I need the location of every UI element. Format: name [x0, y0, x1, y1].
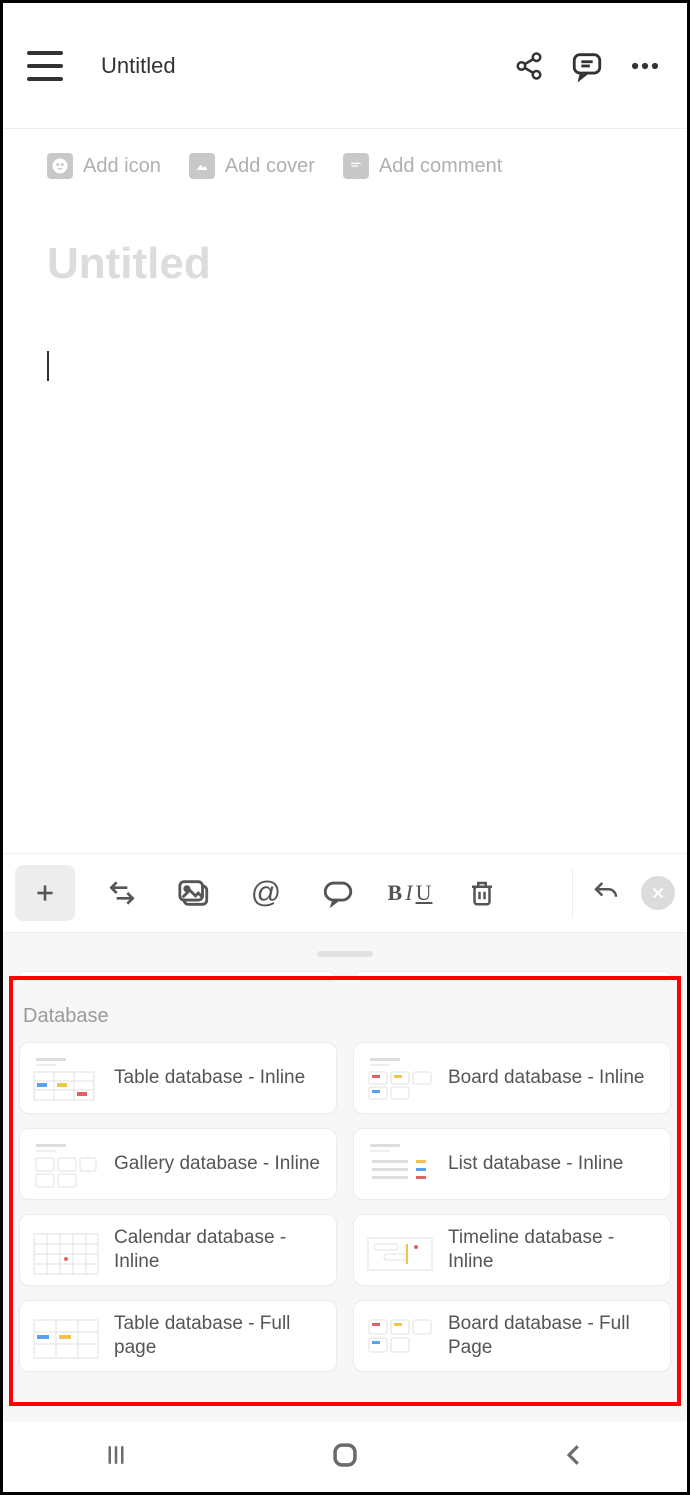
timeline-database-inline[interactable]: Timeline database - Inline — [353, 1214, 671, 1286]
mention-icon[interactable]: @ — [249, 876, 283, 910]
image-icon — [189, 153, 215, 179]
add-cover-label: Add cover — [225, 155, 315, 178]
board-icon — [366, 1310, 434, 1362]
calendar-database-inline[interactable]: Calendar database - Inline — [19, 1214, 337, 1286]
table-database-full-page[interactable]: Table database - Full page — [19, 1300, 337, 1372]
card-label: Table database - Full page — [114, 1312, 324, 1360]
menu-icon[interactable] — [27, 51, 63, 81]
table-icon — [32, 1052, 100, 1104]
share-icon[interactable] — [511, 48, 547, 84]
system-navbar — [3, 1422, 687, 1492]
comment-insert-icon[interactable] — [321, 876, 355, 910]
calendar-icon — [32, 1224, 100, 1276]
editor-toolbar: @ BIU — [3, 853, 687, 933]
sheet-handle[interactable] — [317, 951, 373, 957]
add-icon-label: Add icon — [83, 155, 161, 178]
delete-icon[interactable] — [465, 876, 499, 910]
card-label: Gallery database - Inline — [114, 1152, 320, 1176]
table-database-inline[interactable]: Table database - Inline — [19, 1042, 337, 1114]
comment-icon[interactable] — [569, 48, 605, 84]
editor-body[interactable] — [3, 289, 687, 381]
card-label: Calendar database - Inline — [114, 1226, 324, 1274]
card-label: Timeline database - Inline — [448, 1226, 658, 1274]
recents-icon[interactable] — [101, 1440, 131, 1475]
convert-block-icon[interactable] — [105, 876, 139, 910]
page-actions: Add icon Add cover Add comment — [3, 129, 687, 179]
card-label: Table database - Inline — [114, 1066, 305, 1090]
previous-section-item[interactable] — [19, 971, 335, 981]
database-grid: Table database - Inline Board database -… — [19, 1042, 671, 1372]
board-icon — [366, 1052, 434, 1104]
add-icon-button[interactable]: Add icon — [47, 153, 161, 179]
close-keyboard-icon[interactable] — [641, 876, 675, 910]
timeline-icon — [366, 1224, 434, 1276]
table-icon — [32, 1310, 100, 1362]
board-database-full-page[interactable]: Board database - Full Page — [353, 1300, 671, 1372]
page-title-small[interactable]: Untitled — [101, 53, 511, 79]
add-comment-label: Add comment — [379, 155, 502, 178]
chat-icon — [343, 153, 369, 179]
list-database-inline[interactable]: List database - Inline — [353, 1128, 671, 1200]
section-heading-database: Database — [23, 1005, 667, 1028]
add-comment-button[interactable]: Add comment — [343, 153, 502, 179]
title-input[interactable]: Untitled — [3, 179, 687, 289]
image-insert-icon[interactable] — [177, 876, 211, 910]
gallery-database-inline[interactable]: Gallery database - Inline — [19, 1128, 337, 1200]
card-label: List database - Inline — [448, 1152, 623, 1176]
board-database-inline[interactable]: Board database - Inline — [353, 1042, 671, 1114]
more-icon[interactable] — [627, 48, 663, 84]
insert-block-button[interactable] — [15, 865, 75, 921]
card-label: Board database - Full Page — [448, 1312, 658, 1360]
previous-section-item[interactable] — [355, 971, 671, 981]
back-icon[interactable] — [559, 1440, 589, 1475]
text-format-icon[interactable]: BIU — [393, 876, 427, 910]
topbar: Untitled — [3, 3, 687, 129]
emoji-icon — [47, 153, 73, 179]
gallery-icon — [32, 1138, 100, 1190]
list-icon — [366, 1138, 434, 1190]
home-icon[interactable] — [328, 1438, 362, 1477]
undo-icon[interactable] — [589, 876, 623, 910]
insert-menu-sheet: Database Table database - Inline Board d… — [3, 933, 687, 1422]
card-label: Board database - Inline — [448, 1066, 644, 1090]
add-cover-button[interactable]: Add cover — [189, 153, 315, 179]
